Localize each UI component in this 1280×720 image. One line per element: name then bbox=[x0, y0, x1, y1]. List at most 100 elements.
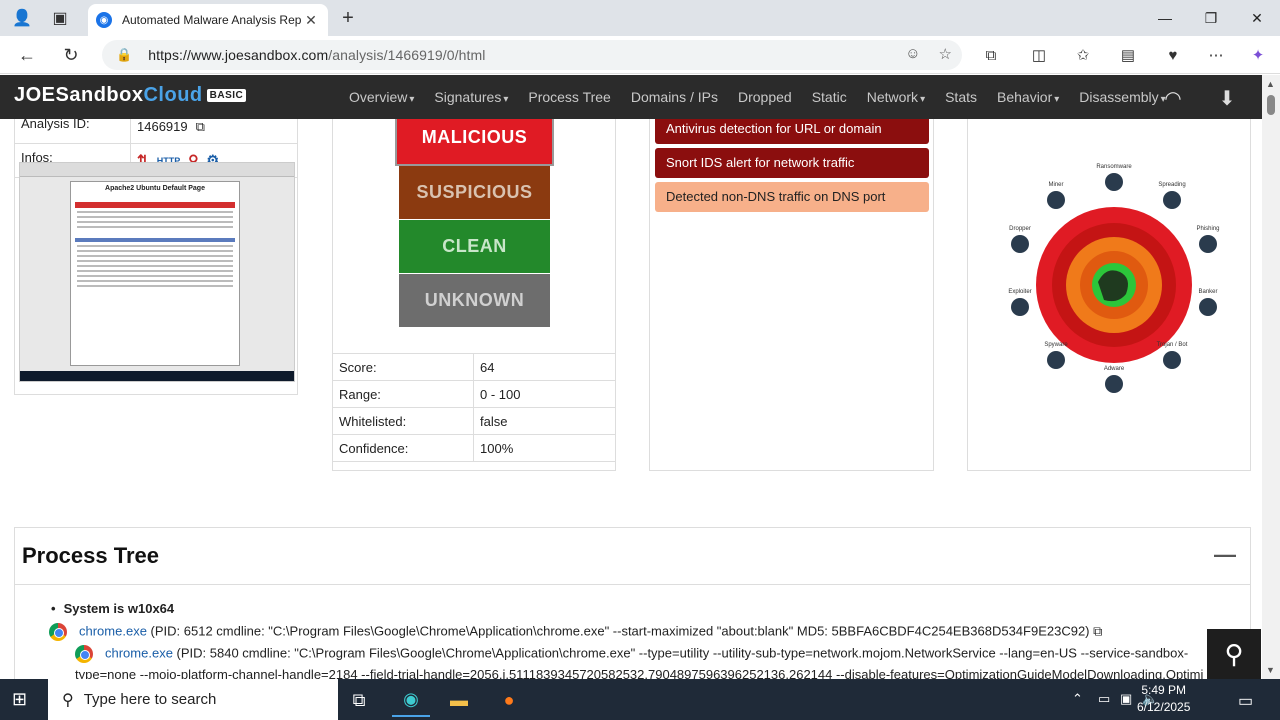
clock-date: 6/12/2025 bbox=[1137, 700, 1191, 714]
radar-category-icon bbox=[1163, 351, 1181, 369]
scroll-up-icon[interactable]: ▲ bbox=[1266, 79, 1275, 89]
collections-icon[interactable]: ▤ bbox=[1115, 44, 1141, 66]
radar-chart: Ransomware Miner Spreading Dropper Phishing E… bbox=[1008, 164, 1220, 393]
chrome-icon bbox=[49, 623, 67, 641]
restore-icon[interactable]: ❐ bbox=[1188, 0, 1234, 36]
floating-search-button[interactable]: ⚲ bbox=[1207, 629, 1261, 679]
close-window-icon[interactable]: ✕ bbox=[1234, 0, 1280, 36]
menu-item-dropped[interactable]: Dropped bbox=[738, 89, 792, 105]
firefox-icon[interactable]: ● bbox=[490, 683, 528, 717]
radar-label: Adware bbox=[1104, 366, 1125, 372]
radar-category-icon bbox=[1199, 298, 1217, 316]
favorite-star-icon[interactable]: ☆ bbox=[939, 45, 952, 63]
radar-category-icon bbox=[1105, 173, 1123, 191]
page-content: Analysis ID: 1466919 ⧉ Infos: ⇅ HTTP ⚲ ⚙ … bbox=[0, 119, 1262, 679]
site-navbar: JOESandboxCloudBASIC Overview Signatures P… bbox=[0, 75, 1262, 119]
menu-item-static[interactable]: Static bbox=[812, 89, 847, 105]
radar-category-icon bbox=[1047, 351, 1065, 369]
menu-item-process-tree[interactable]: Process Tree bbox=[528, 89, 610, 105]
task-view-icon[interactable]: ⧉ bbox=[340, 683, 378, 717]
process-details-2: (PID: 5840 cmdline: "C:\Program Files\Go… bbox=[172, 645, 1189, 661]
copilot-icon[interactable]: ✦ bbox=[1245, 44, 1271, 66]
score-row: Score: 64 bbox=[333, 354, 615, 381]
system-label: System is w10x64 bbox=[51, 601, 175, 616]
process-link-1[interactable]: chrome.exe bbox=[79, 623, 147, 638]
radar-label: Dropper bbox=[1009, 226, 1031, 232]
download-icon[interactable]: ⬇ bbox=[1212, 85, 1242, 111]
verdict-malicious: MALICIOUS bbox=[395, 119, 554, 166]
minimize-icon[interactable]: — bbox=[1142, 0, 1188, 36]
url-field[interactable]: 🔒 https://www.joesandbox.com/analysis/14… bbox=[102, 40, 962, 70]
radar-category-icon bbox=[1163, 191, 1181, 209]
taskbar-search-box[interactable]: ⚲ Type here to search bbox=[48, 679, 338, 720]
browser-tab[interactable]: ◉ Automated Malware Analysis Rep ✕ bbox=[88, 4, 328, 36]
network-icon[interactable]: ▣ bbox=[1120, 691, 1132, 707]
copy-md5-icon[interactable]: ⧉ bbox=[1093, 623, 1102, 638]
tab-title: Automated Malware Analysis Rep bbox=[122, 13, 302, 27]
back-icon[interactable]: ← bbox=[14, 43, 40, 67]
notifications-icon[interactable]: ▭ bbox=[1238, 691, 1253, 711]
browser-tab-bar: 👤 ▣ ◉ Automated Malware Analysis Rep ✕ +… bbox=[0, 0, 1280, 36]
extensions-icon[interactable]: ⧉ bbox=[978, 44, 1004, 66]
page-scrollbar[interactable]: ▲ ▼ bbox=[1262, 75, 1280, 679]
process-details-1: (PID: 6512 cmdline: "C:\Program Files\Go… bbox=[146, 623, 1090, 639]
favorites-icon[interactable]: ✩ bbox=[1070, 44, 1096, 66]
score-value: 100% bbox=[480, 441, 514, 456]
tray-chevron-icon[interactable]: ⌃ bbox=[1072, 691, 1083, 707]
signature-item[interactable]: Antivirus detection for URL or domain bbox=[655, 119, 929, 144]
radar-category-icon bbox=[1011, 235, 1029, 253]
menu-item-network[interactable]: Network bbox=[867, 89, 925, 105]
more-menu-icon[interactable]: ⋯ bbox=[1203, 44, 1229, 66]
process-entry-2-cont: type=none --mojo-platform-channel-handle… bbox=[75, 667, 1204, 679]
reader-icon[interactable]: ☺ bbox=[905, 45, 920, 63]
taskbar-clock[interactable]: 5:49 PM 6/12/2025 bbox=[1137, 682, 1190, 716]
file-explorer-icon[interactable]: ▬ bbox=[440, 683, 478, 717]
signature-item[interactable]: Detected non-DNS traffic on DNS port bbox=[655, 182, 929, 212]
windows-start-icon[interactable]: ⊞ bbox=[12, 689, 27, 710]
scroll-thumb[interactable] bbox=[1267, 95, 1275, 115]
split-screen-icon[interactable]: ◫ bbox=[1026, 44, 1052, 66]
process-entry-2: chrome.exe (PID: 5840 cmdline: "C:\Progr… bbox=[75, 645, 1188, 663]
tab-favicon-icon: ◉ bbox=[96, 12, 112, 28]
refresh-icon[interactable]: ↻ bbox=[58, 43, 84, 67]
verdict-suspicious: SUSPICIOUS bbox=[399, 166, 550, 219]
process-link-2[interactable]: chrome.exe bbox=[105, 645, 173, 660]
menu-item-overview[interactable]: Overview bbox=[349, 89, 414, 105]
verdict-unknown: UNKNOWN bbox=[399, 274, 550, 327]
search-icon: ⚲ bbox=[62, 691, 74, 709]
collapse-icon[interactable]: — bbox=[1214, 542, 1236, 568]
score-key: Score: bbox=[333, 354, 474, 380]
url-path: /analysis/1466919/0/html bbox=[328, 47, 486, 63]
wifi-icon[interactable]: ◠ bbox=[1158, 85, 1188, 111]
new-tab-icon[interactable]: + bbox=[336, 6, 360, 30]
menu-item-signatures[interactable]: Signatures bbox=[434, 89, 508, 105]
menu-item-behavior[interactable]: Behavior bbox=[997, 89, 1059, 105]
menu-item-disassembly[interactable]: Disassembly bbox=[1079, 89, 1165, 105]
radar-label: Phishing bbox=[1196, 226, 1219, 232]
edge-taskbar-icon[interactable]: ◉ bbox=[392, 683, 430, 717]
menu-item-domains-ips[interactable]: Domains / IPs bbox=[631, 89, 718, 105]
logo-text: JOESandbox bbox=[14, 84, 144, 106]
score-value: false bbox=[480, 414, 508, 429]
performance-icon[interactable]: ♥ bbox=[1160, 44, 1186, 66]
radar-label: Exploiter bbox=[1008, 289, 1031, 295]
profile-icon[interactable]: 👤 bbox=[10, 6, 34, 30]
verdict-clean: CLEAN bbox=[399, 220, 550, 273]
analysis-id-row: Analysis ID: 1466919 ⧉ bbox=[15, 119, 297, 144]
address-bar-row: ← ↻ 🔒 https://www.joesandbox.com/analysi… bbox=[0, 36, 1280, 74]
signature-item[interactable]: Snort IDS alert for network traffic bbox=[655, 148, 929, 178]
copy-icon[interactable]: ⧉ bbox=[196, 119, 205, 135]
process-entry-1: chrome.exe (PID: 6512 cmdline: "C:\Progr… bbox=[49, 623, 1102, 641]
menu-item-stats[interactable]: Stats bbox=[945, 89, 977, 105]
verdict-panel: MALICIOUS SUSPICIOUS CLEAN UNKNOWN Score… bbox=[332, 119, 616, 471]
close-tab-icon[interactable]: ✕ bbox=[302, 12, 320, 29]
tab-actions-icon[interactable]: ▣ bbox=[48, 6, 72, 30]
joesandbox-logo[interactable]: JOESandboxCloud BASIC bbox=[14, 84, 247, 107]
logo-badge: BASIC bbox=[206, 89, 247, 103]
sample-screenshot[interactable]: Apache2 Ubuntu Default Page bbox=[19, 162, 295, 382]
tray-drive-icon[interactable]: ▭ bbox=[1098, 691, 1110, 707]
lock-icon[interactable]: 🔒 bbox=[116, 47, 132, 63]
score-row: Whitelisted: false bbox=[333, 408, 615, 435]
scroll-down-icon[interactable]: ▼ bbox=[1266, 665, 1275, 675]
main-menu: Overview Signatures Process Tree Domains / … bbox=[349, 75, 1186, 119]
